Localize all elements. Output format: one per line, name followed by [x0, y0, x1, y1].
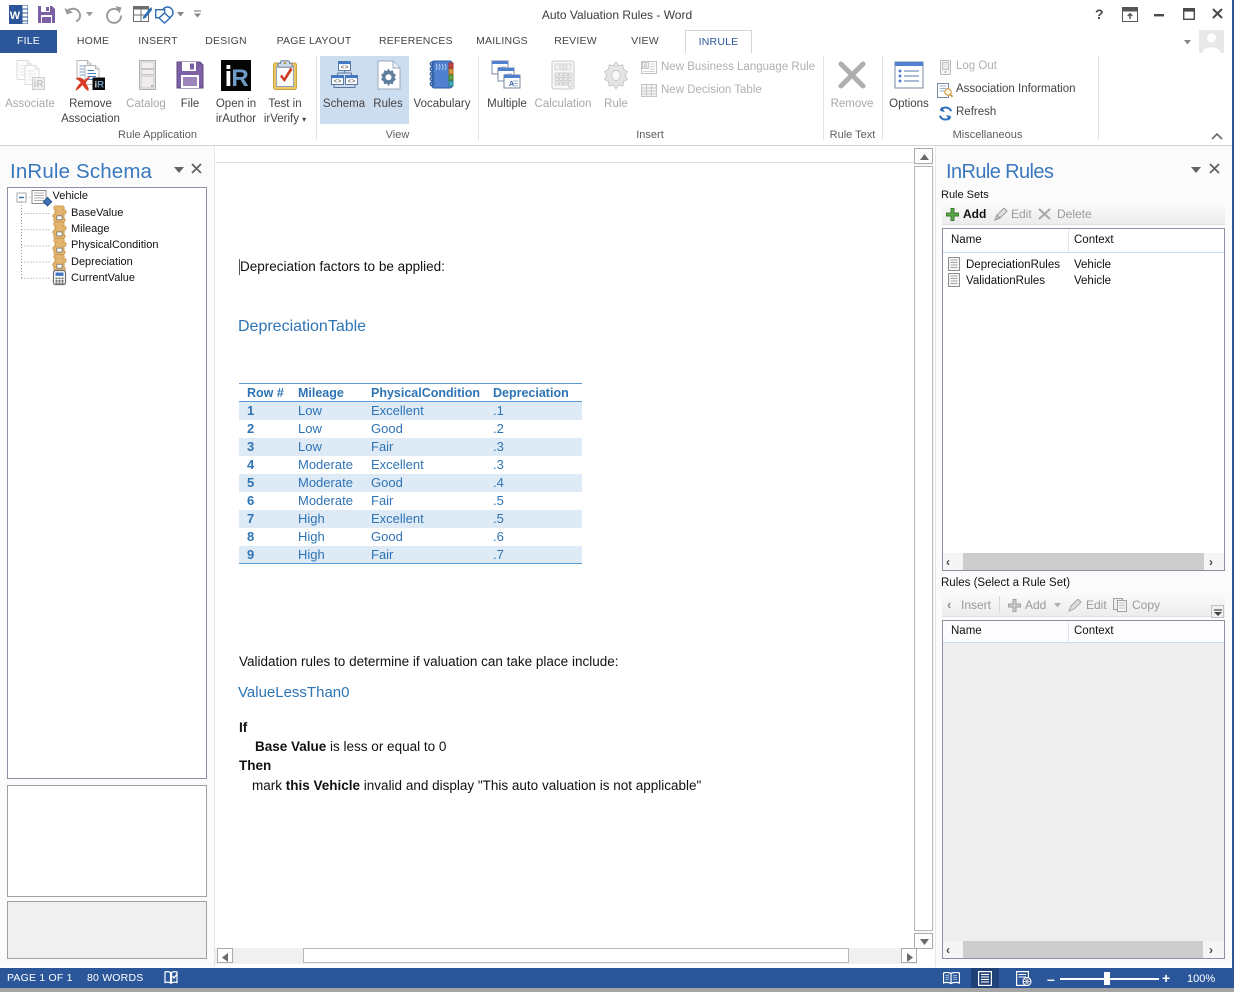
svg-text:R: R: [97, 80, 104, 91]
svg-text:A: A: [643, 64, 647, 70]
svg-text:R: R: [231, 65, 248, 91]
svg-text:iR: iR: [34, 79, 45, 90]
svg-text:<>: <>: [341, 64, 349, 71]
svg-text:<>: <>: [334, 78, 342, 85]
svg-text:<>: <>: [348, 78, 356, 85]
svg-text:A: A: [509, 81, 514, 88]
svg-text:123: 123: [558, 65, 567, 71]
